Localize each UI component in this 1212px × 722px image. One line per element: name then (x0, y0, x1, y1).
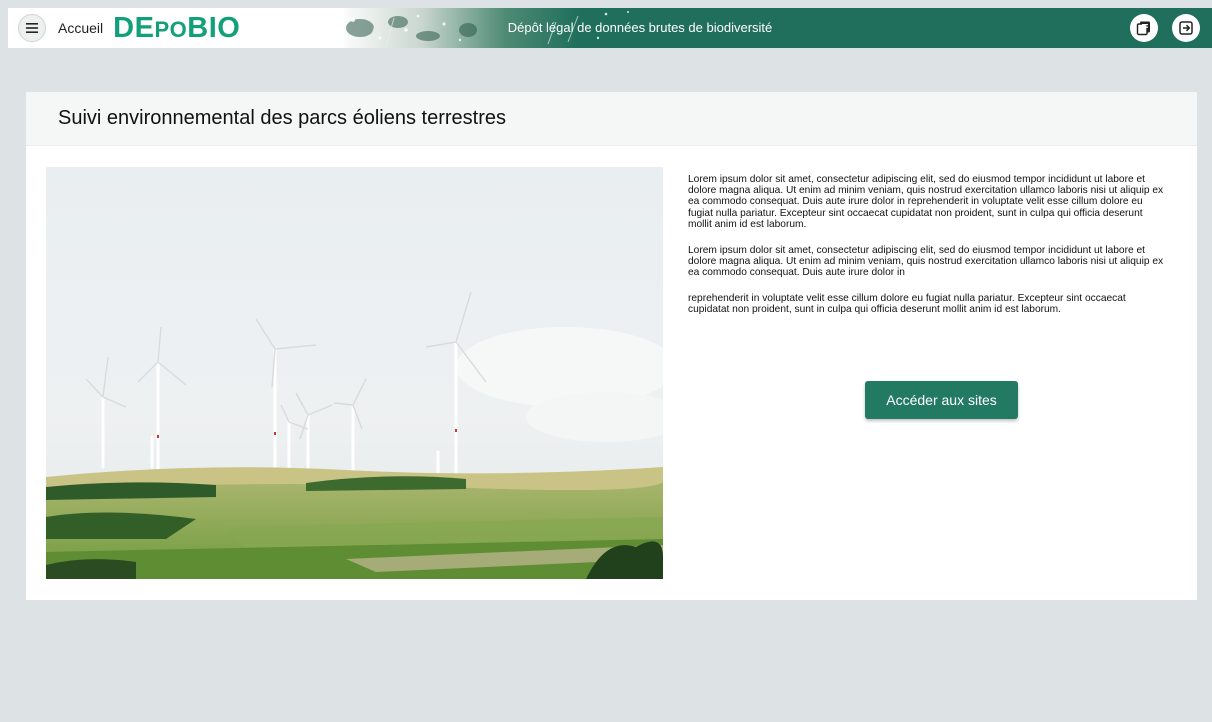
home-link[interactable]: Accueil (58, 20, 103, 36)
logout-icon (1179, 21, 1193, 35)
wind-farm-photo (46, 167, 663, 579)
depobio-logo[interactable]: DEPOBIO (113, 12, 240, 45)
menu-button[interactable] (18, 14, 46, 42)
access-sites-button[interactable]: Accéder aux sites (865, 381, 1018, 419)
description-paragraph-1: Lorem ipsum dolor sit amet, consectetur … (688, 174, 1164, 230)
description-text: Lorem ipsum dolor sit amet, consectetur … (688, 174, 1164, 330)
page-title: Suivi environnemental des parcs éoliens … (58, 107, 506, 129)
header-actions (1130, 14, 1200, 42)
top-app-bar: Accueil DEPOBIO Dépôt légal de données b… (8, 8, 1212, 48)
hamburger-menu-icon (26, 23, 38, 33)
catalog-button[interactable] (1130, 14, 1158, 42)
card-header: Suivi environnemental des parcs éoliens … (26, 92, 1197, 146)
content-card: Suivi environnemental des parcs éoliens … (26, 92, 1197, 600)
brand-area: Accueil DEPOBIO (8, 8, 344, 48)
description-paragraph-2: Lorem ipsum dolor sit amet, consectetur … (688, 245, 1164, 279)
description-paragraph-3: reprehenderit in voluptate velit esse ci… (688, 292, 1126, 315)
logout-button[interactable] (1172, 14, 1200, 42)
catalog-icon (1136, 21, 1150, 36)
